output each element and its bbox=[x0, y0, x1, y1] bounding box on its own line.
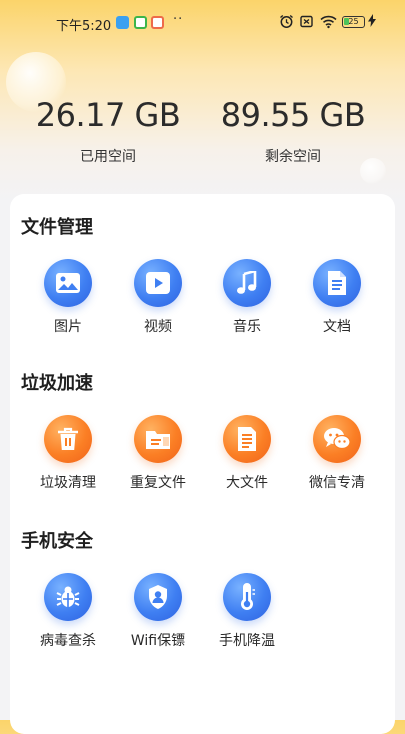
images-label: 图片 bbox=[54, 319, 82, 335]
used-space-stat: 26.17 GB 已用空间 bbox=[8, 96, 208, 166]
notification-app-icon bbox=[134, 16, 147, 29]
phone-cooling-label: 手机降温 bbox=[219, 633, 275, 649]
music-button[interactable]: 音乐 bbox=[202, 259, 292, 336]
wechat-clean-button[interactable]: 微信专清 bbox=[292, 415, 382, 492]
videos-label: 视频 bbox=[144, 319, 172, 335]
notification-app-icon bbox=[151, 16, 164, 29]
image-icon bbox=[44, 259, 92, 307]
large-files-label: 大文件 bbox=[226, 475, 268, 491]
music-icon bbox=[223, 259, 271, 307]
alarm-icon bbox=[279, 14, 294, 33]
battery-percent: 25 bbox=[348, 17, 359, 26]
free-space-value: 89.55 GB bbox=[220, 96, 366, 134]
tools-card: 文件管理 图片 视频 音乐 文档 垃圾加速 垃圾清理 重复文件 大文件 微信专清… bbox=[10, 194, 395, 734]
bug-icon bbox=[44, 573, 92, 621]
notification-app-icon bbox=[116, 16, 129, 29]
documents-button[interactable]: 文档 bbox=[292, 259, 382, 336]
videos-button[interactable]: 视频 bbox=[113, 259, 203, 336]
virus-scan-label: 病毒查杀 bbox=[40, 633, 96, 649]
music-label: 音乐 bbox=[233, 319, 261, 335]
used-space-value: 26.17 GB bbox=[35, 96, 181, 134]
more-notifications-icon: ·· bbox=[173, 12, 184, 27]
images-button[interactable]: 图片 bbox=[23, 259, 113, 336]
section-title-file-management: 文件管理 bbox=[21, 217, 93, 238]
document-icon bbox=[313, 259, 361, 307]
junk-clean-button[interactable]: 垃圾清理 bbox=[23, 415, 113, 492]
shield-user-icon bbox=[134, 573, 182, 621]
status-bar: 下午5:20 ·· 25 bbox=[0, 0, 405, 46]
wechat-clean-label: 微信专清 bbox=[309, 475, 365, 491]
duplicate-files-label: 重复文件 bbox=[130, 475, 186, 491]
section-title-junk-acceleration: 垃圾加速 bbox=[21, 373, 93, 394]
thermometer-icon bbox=[223, 573, 271, 621]
wifi-guard-button[interactable]: Wifi保镖 bbox=[113, 573, 203, 650]
charging-icon bbox=[368, 14, 376, 30]
large-files-button[interactable]: 大文件 bbox=[202, 415, 292, 492]
junk-clean-label: 垃圾清理 bbox=[40, 475, 96, 491]
duplicate-files-button[interactable]: 重复文件 bbox=[113, 415, 203, 492]
used-space-label: 已用空间 bbox=[80, 149, 136, 165]
large-file-icon bbox=[223, 415, 271, 463]
free-space-label: 剩余空间 bbox=[265, 149, 321, 165]
free-space-stat: 89.55 GB 剩余空间 bbox=[193, 96, 393, 166]
documents-label: 文档 bbox=[323, 319, 351, 335]
status-time: 下午5:20 bbox=[56, 19, 112, 34]
phone-cooling-button[interactable]: 手机降温 bbox=[202, 573, 292, 650]
duplicate-folder-icon bbox=[134, 415, 182, 463]
section-title-phone-security: 手机安全 bbox=[21, 531, 93, 552]
no-sim-icon bbox=[299, 14, 314, 33]
wifi-guard-label: Wifi保镖 bbox=[130, 633, 186, 649]
wechat-icon bbox=[313, 415, 361, 463]
trash-icon bbox=[44, 415, 92, 463]
battery-icon: 25 bbox=[342, 16, 365, 28]
wifi-icon bbox=[320, 14, 337, 33]
virus-scan-button[interactable]: 病毒查杀 bbox=[23, 573, 113, 650]
video-icon bbox=[134, 259, 182, 307]
